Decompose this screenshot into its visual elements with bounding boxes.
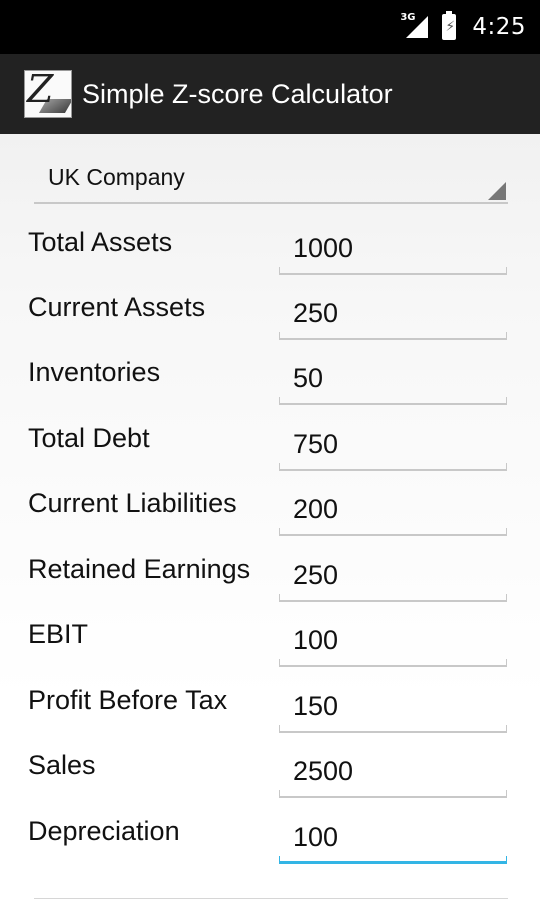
ebit-underline xyxy=(279,659,507,667)
form-row-sales: Sales xyxy=(0,740,540,800)
current-liabilities-input[interactable] xyxy=(279,478,507,530)
inventories-label: Inventories xyxy=(28,357,161,387)
action-bar: Z Simple Z-score Calculator xyxy=(0,54,540,134)
total-assets-label: Total Assets xyxy=(28,227,173,257)
inventories-input[interactable] xyxy=(279,347,507,399)
profit-before-tax-label: Profit Before Tax xyxy=(28,685,228,715)
form-row-depreciation: Depreciation xyxy=(0,806,540,866)
form-row-profit-before-tax: Profit Before Tax xyxy=(0,675,540,735)
depreciation-underline-focused xyxy=(279,856,507,864)
sales-label: Sales xyxy=(28,750,96,780)
retained-earnings-input[interactable] xyxy=(279,544,507,596)
current-liabilities-label: Current Liabilities xyxy=(28,488,237,518)
app-title: Simple Z-score Calculator xyxy=(82,78,393,109)
form-row-total-debt: Total Debt xyxy=(0,413,540,473)
total-assets-input[interactable] xyxy=(279,217,507,269)
current-assets-label: Current Assets xyxy=(28,292,206,322)
signal-icon: 3G xyxy=(400,12,429,40)
status-bar: 3G ⚡ 4:25 xyxy=(0,0,540,54)
bottom-divider xyxy=(34,898,508,899)
form-row-inventories: Inventories xyxy=(0,347,540,407)
profit-before-tax-underline xyxy=(279,725,507,733)
sales-input[interactable] xyxy=(279,740,507,792)
form-row-current-assets: Current Assets xyxy=(0,282,540,342)
company-type-spinner[interactable]: UK Company xyxy=(34,158,508,204)
total-assets-underline xyxy=(279,267,507,275)
depreciation-input[interactable] xyxy=(279,806,507,858)
retained-earnings-underline xyxy=(279,594,507,602)
current-assets-input[interactable] xyxy=(279,282,507,334)
total-debt-underline xyxy=(279,463,507,471)
sales-underline xyxy=(279,790,507,798)
ebit-input[interactable] xyxy=(279,609,507,661)
retained-earnings-label: Retained Earnings xyxy=(28,554,251,584)
company-type-value: UK Company xyxy=(48,164,185,190)
depreciation-label: Depreciation xyxy=(28,816,180,846)
form-row-current-liabilities: Current Liabilities xyxy=(0,478,540,538)
total-debt-label: Total Debt xyxy=(28,423,150,453)
inventories-underline xyxy=(279,397,507,405)
form-row-retained-earnings: Retained Earnings xyxy=(0,544,540,604)
ebit-label: EBIT xyxy=(28,619,89,649)
total-debt-input[interactable] xyxy=(279,413,507,465)
current-assets-underline xyxy=(279,332,507,340)
battery-charging-icon: ⚡ xyxy=(442,11,457,40)
current-liabilities-underline xyxy=(279,528,507,536)
form-row-total-assets: Total Assets xyxy=(0,217,540,277)
z-score-logo-icon[interactable]: Z xyxy=(24,70,72,118)
form-row-ebit: EBIT xyxy=(0,609,540,669)
dropdown-arrow-icon xyxy=(488,182,506,200)
clock: 4:25 xyxy=(472,14,526,40)
profit-before-tax-input[interactable] xyxy=(279,675,507,727)
